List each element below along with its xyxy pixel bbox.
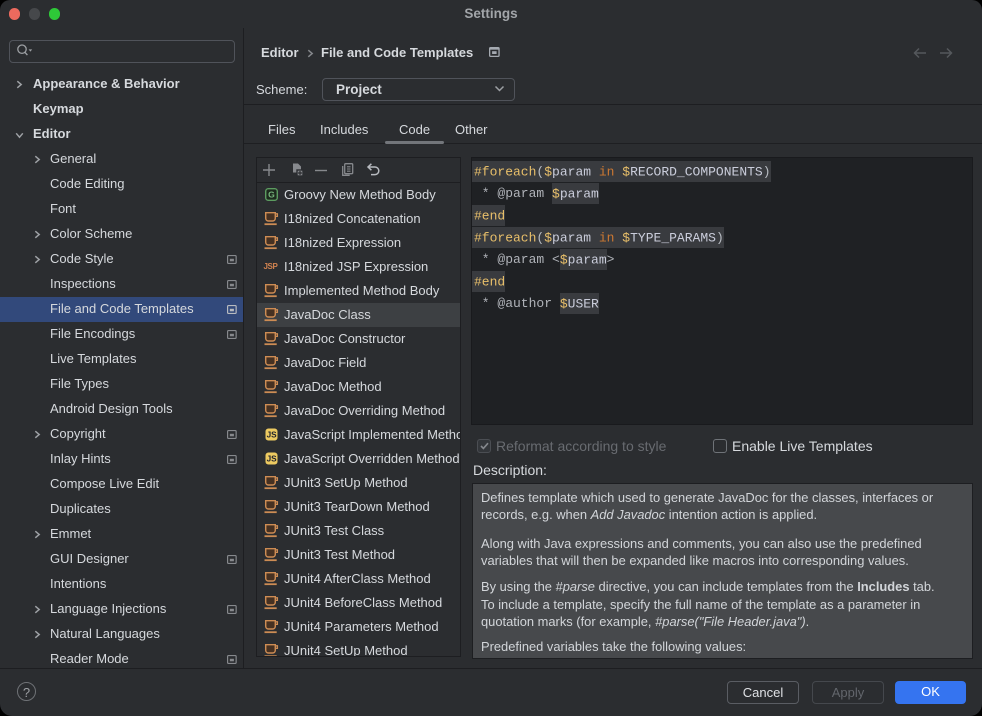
svg-text:G: G <box>268 190 275 200</box>
svg-text:JS: JS <box>266 455 277 464</box>
svg-text:JS: JS <box>266 431 277 440</box>
